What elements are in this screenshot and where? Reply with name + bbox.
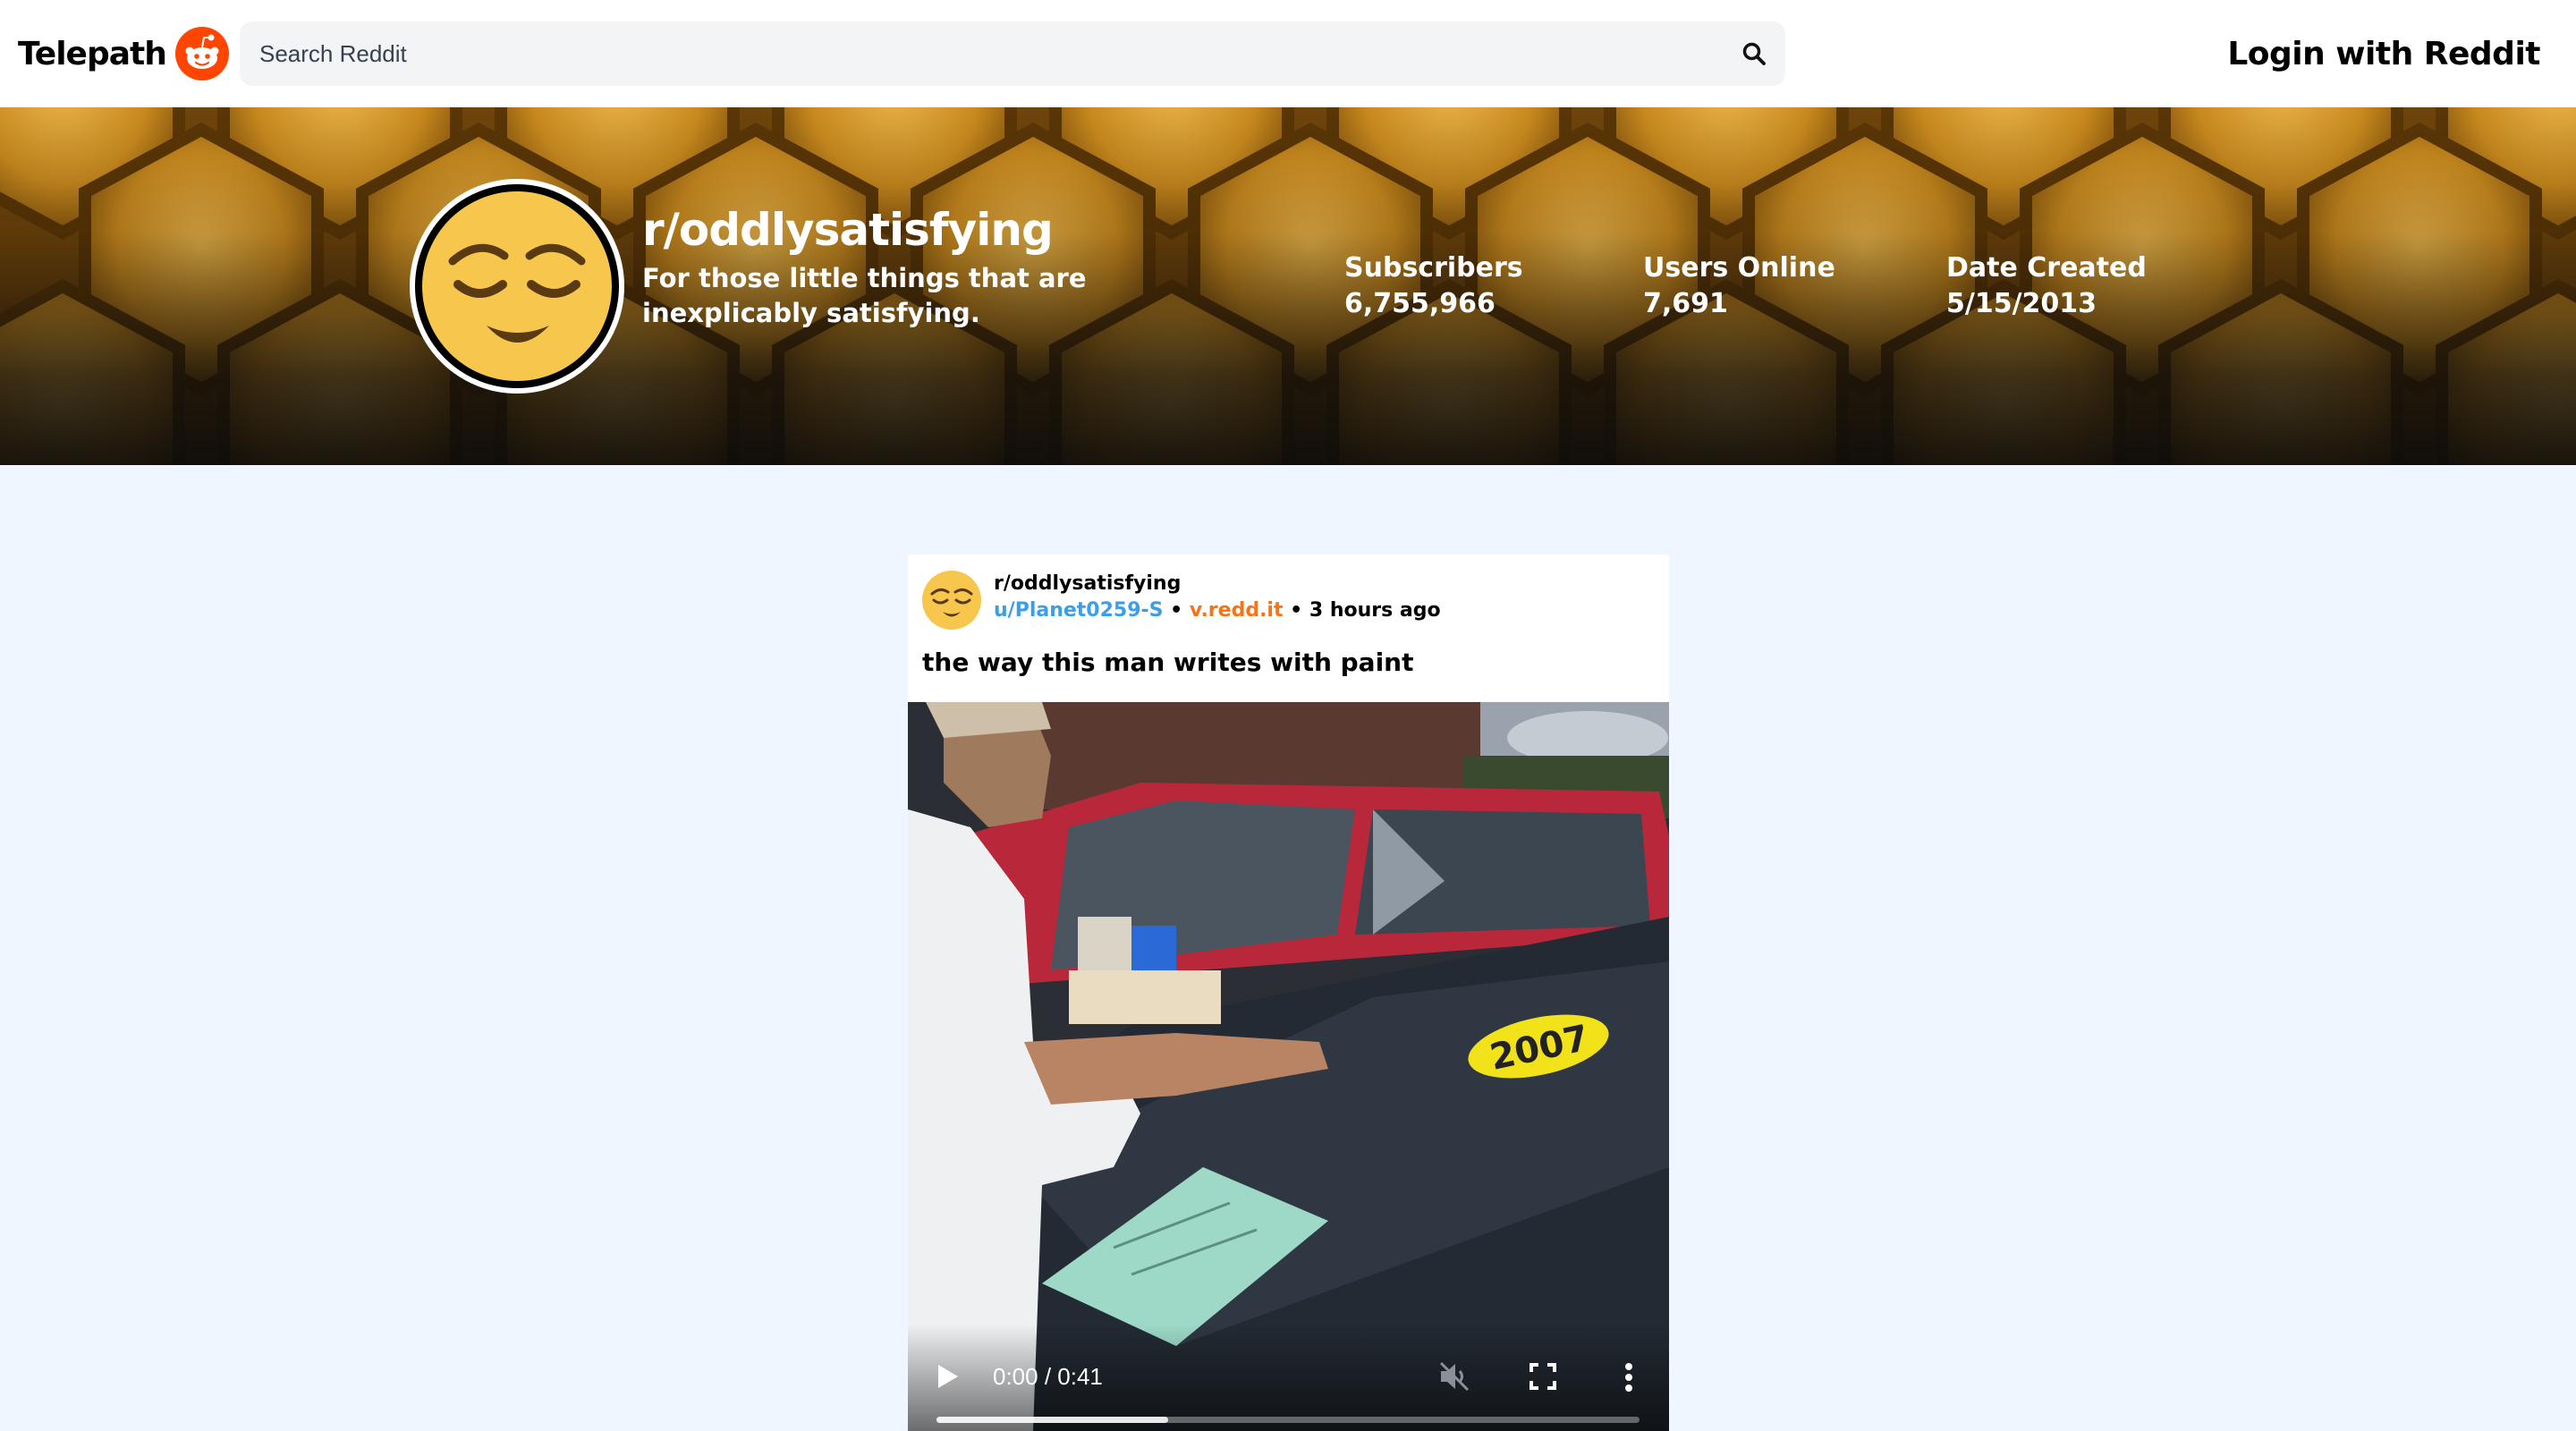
subreddit-name: r/oddlysatisfying	[642, 204, 1054, 256]
post-age: 3 hours ago	[1309, 599, 1441, 622]
brand[interactable]: Telepath	[18, 25, 229, 82]
video-player[interactable]: 2007 0:00 / 0:41	[908, 702, 1669, 1431]
subreddit-description: For those little things that are inexpli…	[642, 263, 1087, 328]
subreddit-avatar	[410, 179, 624, 394]
stat-label: Users Online	[1643, 252, 1835, 284]
meta-separator: •	[1163, 599, 1190, 622]
post-domain-link[interactable]: v.redd.it	[1190, 599, 1284, 622]
subreddit-avatar-small[interactable]	[922, 571, 981, 630]
mute-icon[interactable]	[1437, 1359, 1473, 1393]
search-icon[interactable]	[1741, 40, 1767, 67]
subreddit-banner: r/oddlysatisfying For those little thing…	[0, 107, 2576, 465]
more-options-icon[interactable]	[1623, 1361, 1634, 1393]
stat-users-online: Users Online 7,691	[1643, 250, 1835, 322]
search-bar[interactable]	[240, 21, 1785, 86]
play-icon[interactable]	[935, 1363, 960, 1390]
stat-label: Subscribers	[1344, 252, 1523, 284]
post-meta: u/Planet0259-S • v.redd.it • 3 hours ago	[994, 599, 1441, 622]
video-frame: 2007	[908, 702, 1669, 1431]
fullscreen-icon[interactable]	[1529, 1362, 1557, 1391]
login-button[interactable]: Login with Reddit	[2227, 27, 2540, 80]
brand-name: Telepath	[18, 35, 167, 72]
video-progress-bar[interactable]	[936, 1417, 1640, 1423]
stat-value: 7,691	[1643, 288, 1728, 319]
reddit-logo-icon	[174, 27, 229, 80]
post-card[interactable]: r/oddlysatisfying u/Planet0259-S • v.red…	[908, 555, 1669, 1431]
stat-date-created: Date Created 5/15/2013	[1946, 250, 2147, 322]
video-time: 0:00 / 0:41	[993, 1363, 1103, 1390]
stat-subscribers: Subscribers 6,755,966	[1344, 250, 1523, 322]
stat-label: Date Created	[1946, 252, 2147, 284]
stat-value: 5/15/2013	[1946, 288, 2097, 319]
video-buffered	[936, 1417, 1169, 1423]
post-title[interactable]: the way this man writes with paint	[922, 648, 1414, 677]
meta-separator: •	[1283, 599, 1309, 622]
search-input[interactable]	[258, 38, 1741, 69]
post-subreddit-link[interactable]: r/oddlysatisfying	[994, 572, 1181, 595]
post-author-link[interactable]: u/Planet0259-S	[994, 599, 1164, 622]
top-nav: Telepath Login with Reddit	[0, 0, 2576, 107]
relieved-face-icon	[422, 191, 612, 381]
stat-value: 6,755,966	[1344, 288, 1496, 319]
video-controls: 0:00 / 0:41	[908, 1324, 1669, 1431]
